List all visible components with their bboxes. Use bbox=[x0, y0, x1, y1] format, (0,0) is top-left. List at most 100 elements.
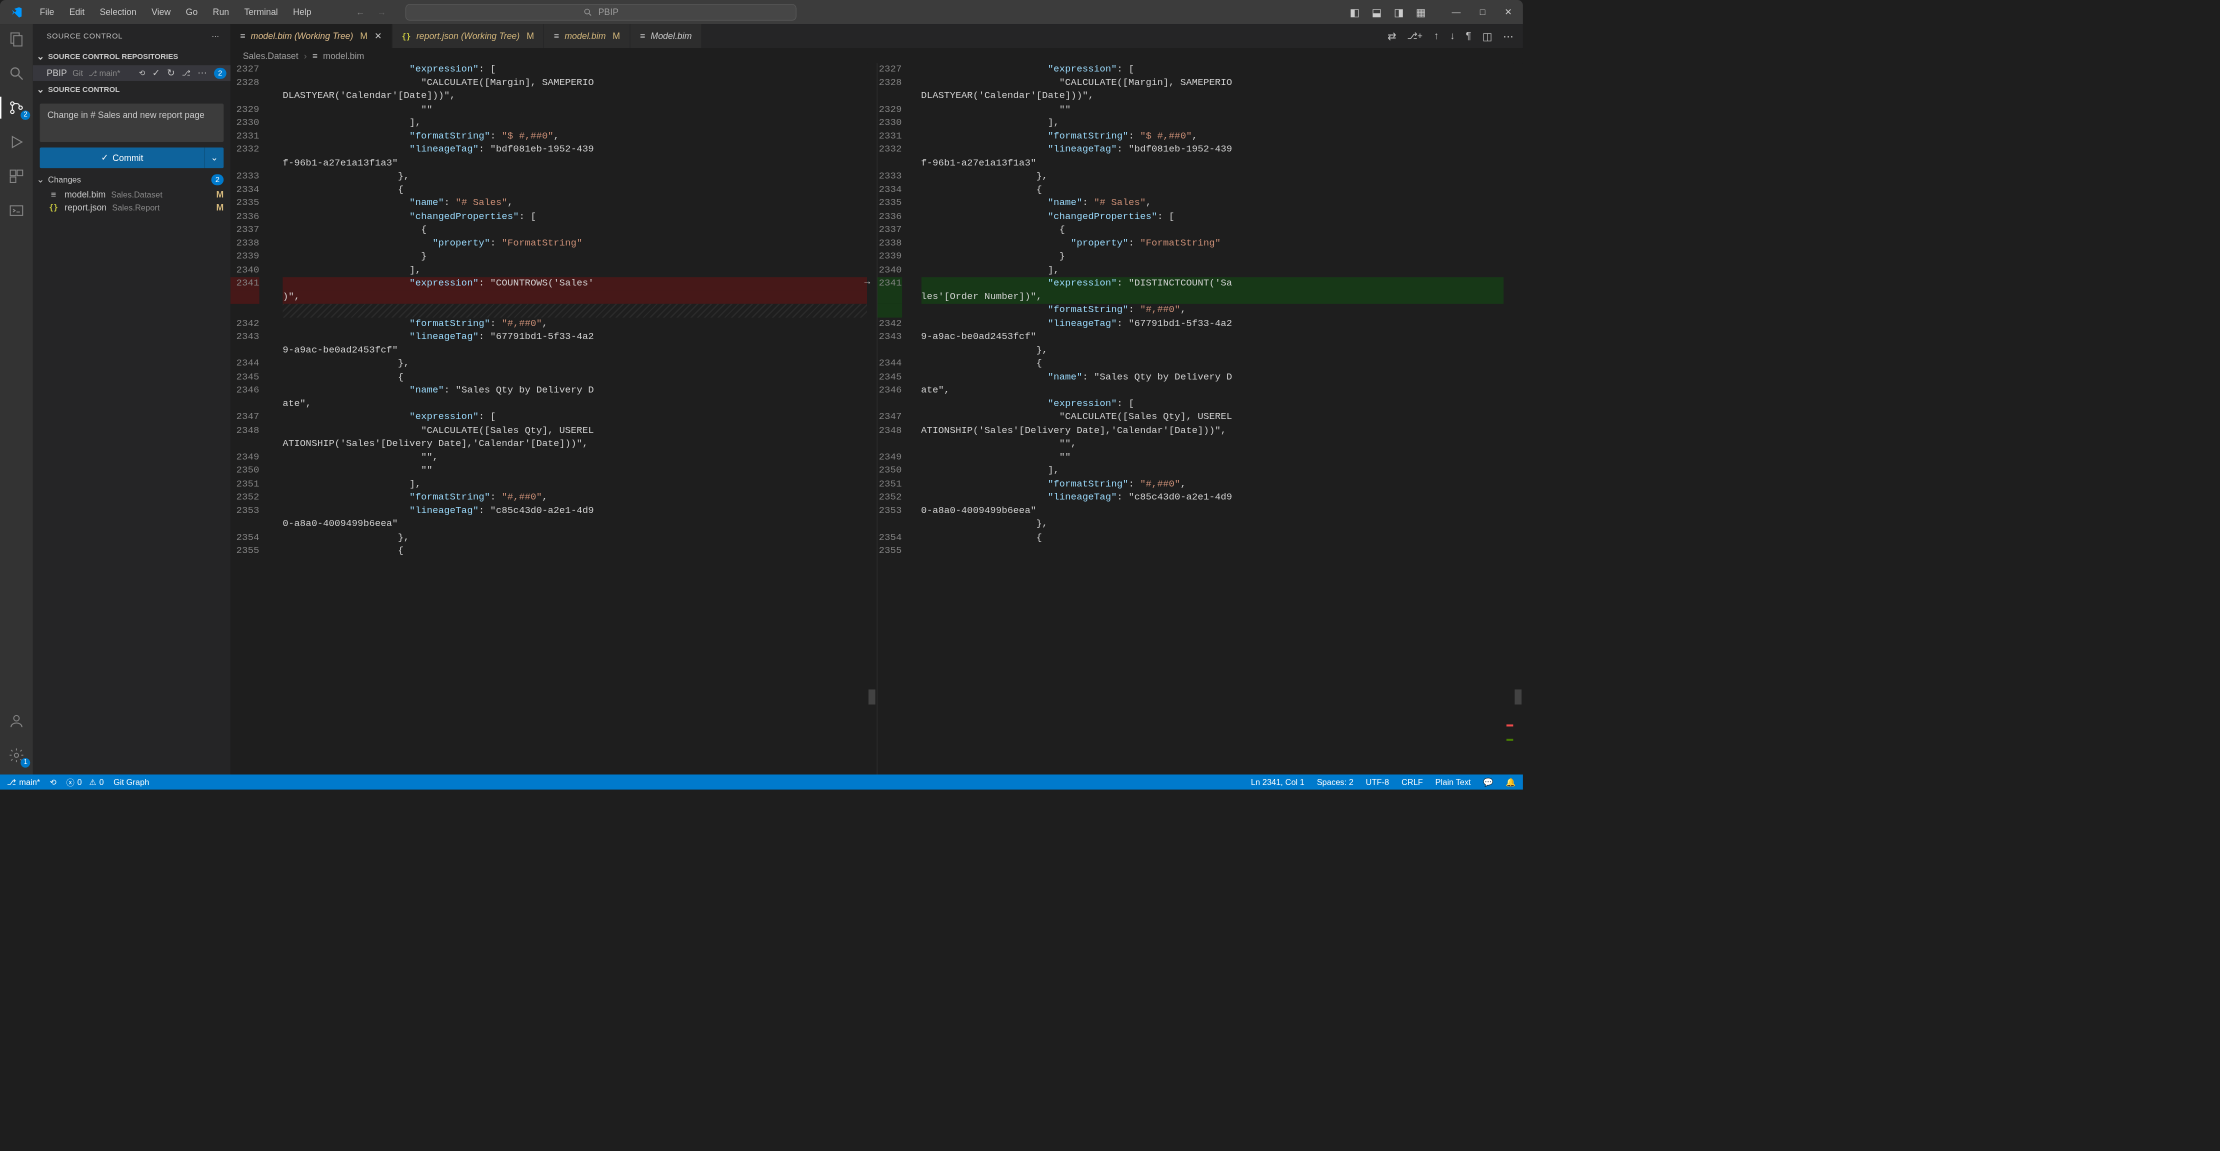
editor-tab[interactable]: ≡ Model.bim bbox=[630, 24, 702, 48]
commit-button-label: Commit bbox=[113, 153, 144, 163]
diff-left-pane[interactable]: 2327232823292330233123322333233423352336… bbox=[230, 63, 876, 774]
menu-file[interactable]: File bbox=[33, 3, 61, 22]
tab-label: Model.bim bbox=[651, 31, 692, 41]
editor-area: ≡ model.bim (Working Tree) M ✕ {}report.json… bbox=[230, 24, 1522, 774]
status-bell-icon[interactable]: 🔔 bbox=[1506, 777, 1516, 787]
sidebar-more-icon[interactable]: ⋯ bbox=[212, 32, 220, 41]
editor-tab[interactable]: ≡model.bimM bbox=[544, 24, 630, 48]
commit-check-icon[interactable]: ✓ bbox=[152, 67, 160, 79]
section-scm-label: SOURCE CONTROL bbox=[48, 85, 120, 93]
tab-label: report.json (Working Tree) bbox=[416, 31, 519, 41]
repo-provider: Git bbox=[72, 68, 83, 78]
nav-forward-icon[interactable]: → bbox=[377, 7, 386, 17]
breadcrumb[interactable]: Sales.Dataset › ≡ model.bim bbox=[230, 48, 1522, 63]
nav-back-icon[interactable]: ← bbox=[356, 7, 365, 17]
repo-changes-badge: 2 bbox=[214, 68, 226, 79]
repo-row[interactable]: PBIP Git ⎇ main* ⟲ ✓ ↻ ⎇ ⋯ 2 bbox=[33, 65, 231, 81]
tab-actions: ⇄ ⎇+ ↑ ↓ ¶ ◫ ⋯ bbox=[1378, 24, 1523, 48]
file-row[interactable]: {}report.jsonSales.ReportM bbox=[33, 201, 231, 214]
menu-bar: FileEditSelectionViewGoRunTerminalHelp bbox=[33, 3, 318, 22]
menu-help[interactable]: Help bbox=[286, 3, 318, 22]
branch-pr-icon[interactable]: ⎇ bbox=[182, 69, 191, 78]
chevron-right-icon: › bbox=[304, 50, 307, 60]
extensions-icon[interactable] bbox=[7, 167, 26, 186]
db-file-icon: ≡ bbox=[240, 31, 245, 41]
breadcrumb-folder[interactable]: Sales.Dataset bbox=[243, 50, 299, 60]
sync-icon[interactable]: ⟲ bbox=[139, 69, 145, 78]
chevron-down-icon: ⌄ bbox=[36, 84, 46, 96]
maximize-icon[interactable]: □ bbox=[1480, 7, 1485, 18]
stage-icon[interactable]: ⎇+ bbox=[1407, 31, 1422, 42]
accounts-icon[interactable] bbox=[7, 711, 26, 730]
tab-close-icon[interactable]: ✕ bbox=[374, 31, 381, 42]
modified-indicator: M bbox=[613, 31, 620, 41]
minimap[interactable] bbox=[1504, 63, 1514, 774]
repo-name: PBIP bbox=[47, 68, 67, 78]
search-icon[interactable] bbox=[7, 64, 26, 83]
customize-layout-icon[interactable]: ▦ bbox=[1416, 6, 1426, 18]
nav-arrows: ← → bbox=[356, 7, 386, 17]
scm-badge: 2 bbox=[21, 110, 30, 120]
toggle-secondary-sidebar-icon[interactable]: ◨ bbox=[1394, 6, 1404, 18]
layout-controls: ◧ ⬓ ◨ ▦ bbox=[1350, 6, 1426, 18]
menu-view[interactable]: View bbox=[145, 3, 178, 22]
status-ln-col[interactable]: Ln 2341, Col 1 bbox=[1251, 777, 1305, 787]
changes-section[interactable]: ⌄ Changes 2 bbox=[33, 168, 231, 188]
editor-more-icon[interactable]: ⋯ bbox=[1503, 30, 1513, 42]
run-debug-icon[interactable] bbox=[7, 132, 26, 151]
command-center-search[interactable]: PBIP bbox=[405, 4, 796, 20]
editor-tab[interactable]: {}report.json (Working Tree)M bbox=[392, 24, 544, 48]
minimize-icon[interactable]: — bbox=[1452, 7, 1461, 18]
menu-go[interactable]: Go bbox=[179, 3, 205, 22]
toggle-primary-sidebar-icon[interactable]: ◧ bbox=[1350, 6, 1360, 18]
status-lang[interactable]: Plain Text bbox=[1435, 777, 1471, 787]
db-file-icon: ≡ bbox=[640, 31, 645, 41]
status-gitgraph[interactable]: Git Graph bbox=[113, 777, 149, 787]
status-problems[interactable]: ⓧ 0 ⚠ 0 bbox=[66, 776, 104, 788]
diff-editor[interactable]: 2327232823292330233123322333233423352336… bbox=[230, 63, 1522, 774]
section-repos[interactable]: ⌄ SOURCE CONTROL REPOSITORIES bbox=[33, 48, 231, 65]
settings-badge: 1 bbox=[21, 758, 30, 768]
settings-gear-icon[interactable]: 1 bbox=[7, 746, 26, 765]
editor-tab[interactable]: ≡model.bim (Working Tree)M✕ bbox=[230, 24, 392, 48]
tab-label: model.bim (Working Tree) bbox=[251, 31, 353, 41]
terminal-icon[interactable] bbox=[7, 201, 26, 220]
diff-right-pane[interactable]: 2327232823292330233123322333233423352336… bbox=[877, 63, 1523, 774]
commit-button[interactable]: ✓ Commit bbox=[40, 147, 205, 168]
sidebar-title-text: SOURCE CONTROL bbox=[47, 32, 123, 40]
breadcrumb-file[interactable]: model.bim bbox=[323, 50, 364, 60]
json-file-icon: {} bbox=[48, 203, 59, 212]
split-editor-icon[interactable]: ◫ bbox=[1482, 30, 1492, 42]
status-eol[interactable]: CRLF bbox=[1401, 777, 1423, 787]
db-file-icon: ≡ bbox=[48, 189, 59, 199]
menu-edit[interactable]: Edit bbox=[62, 3, 91, 22]
refresh-icon[interactable]: ↻ bbox=[167, 67, 175, 79]
commit-dropdown[interactable]: ⌄ bbox=[204, 147, 223, 168]
whitespace-icon[interactable]: ¶ bbox=[1466, 30, 1472, 42]
menu-terminal[interactable]: Terminal bbox=[237, 3, 284, 22]
toggle-panel-icon[interactable]: ⬓ bbox=[1372, 6, 1382, 18]
status-spaces[interactable]: Spaces: 2 bbox=[1317, 777, 1354, 787]
file-path: Sales.Report bbox=[112, 203, 160, 213]
explorer-icon[interactable] bbox=[7, 29, 26, 48]
file-status: M bbox=[216, 189, 223, 199]
db-file-icon: ≡ bbox=[554, 31, 559, 41]
prev-change-icon[interactable]: ↑ bbox=[1434, 30, 1439, 42]
close-icon[interactable]: ✕ bbox=[1504, 7, 1511, 18]
search-icon bbox=[583, 7, 593, 17]
section-scm[interactable]: ⌄ SOURCE CONTROL bbox=[33, 81, 231, 98]
status-feedback-icon[interactable]: 💬 bbox=[1483, 777, 1493, 787]
file-row[interactable]: ≡model.bimSales.DatasetM bbox=[33, 188, 231, 201]
menu-run[interactable]: Run bbox=[206, 3, 236, 22]
status-branch[interactable]: ⎇ main* bbox=[7, 777, 40, 787]
changes-label: Changes bbox=[48, 175, 81, 185]
next-change-icon[interactable]: ↓ bbox=[1450, 30, 1455, 42]
open-changes-icon[interactable]: ⇄ bbox=[1387, 30, 1396, 42]
status-encoding[interactable]: UTF-8 bbox=[1366, 777, 1389, 787]
source-control-icon[interactable]: 2 bbox=[7, 98, 26, 117]
repo-more-icon[interactable]: ⋯ bbox=[197, 67, 207, 79]
file-status: M bbox=[216, 202, 223, 212]
commit-message-input[interactable]: Change in # Sales and new report page bbox=[40, 104, 224, 142]
menu-selection[interactable]: Selection bbox=[93, 3, 143, 22]
status-sync[interactable]: ⟲ bbox=[50, 777, 57, 787]
